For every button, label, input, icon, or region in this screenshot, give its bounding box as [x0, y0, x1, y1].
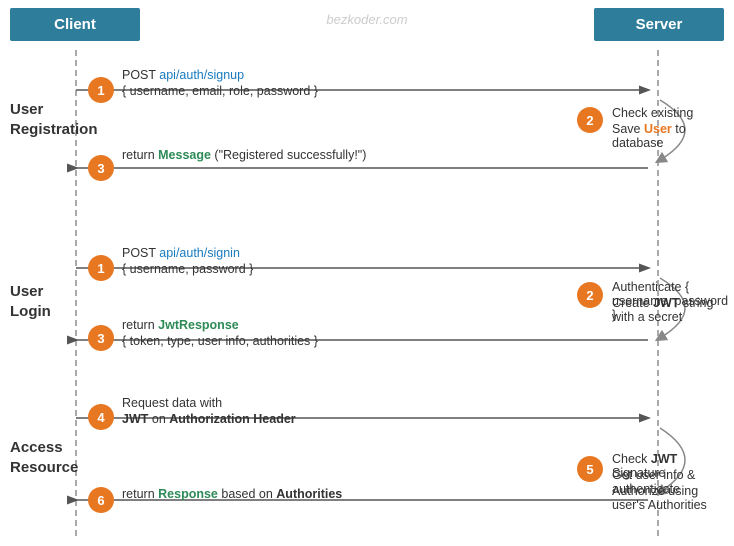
section-user-login: UserLogin [10, 282, 51, 321]
msg-3-jwtresponse-line2: { token, type, user info, authorities } [122, 334, 318, 348]
step-circle-2-check: 2 [577, 107, 603, 133]
msg-2-check-line2: Save User to database [612, 122, 734, 150]
step-circle-1-signin: 1 [88, 255, 114, 281]
msg-1-signin-line1: POST api/auth/signin [122, 246, 240, 260]
msg-3-return-line1: return Message ("Registered successfully… [122, 148, 366, 162]
client-header: Client [10, 8, 140, 41]
section-user-registration: UserRegistration [10, 100, 98, 139]
msg-4-request-line1: Request data with [122, 396, 222, 410]
step-circle-1-signup: 1 [88, 77, 114, 103]
msg-1-signup-line1: POST api/auth/signup [122, 68, 244, 82]
msg-2-authenticate-line2: Create JWT string with a secret [612, 296, 734, 324]
step-circle-4-request: 4 [88, 404, 114, 430]
msg-6-response-line1: return Response based on Authorities [122, 487, 342, 501]
msg-3-jwtresponse-line1: return JwtResponse [122, 318, 239, 332]
watermark: bezkoder.com [326, 12, 407, 27]
msg-1-signup-line2: { username, email, role, password } [122, 84, 318, 98]
step-circle-2-authenticate: 2 [577, 282, 603, 308]
msg-1-signin-line2: { username, password } [122, 262, 253, 276]
diagram-container: bezkoder.com Client Server [0, 0, 734, 546]
section-access-resource: AccessResource [10, 438, 78, 477]
step-circle-6-response: 6 [88, 487, 114, 513]
step-circle-3-return: 3 [88, 155, 114, 181]
msg-2-check-line1: Check existing [612, 106, 693, 120]
server-header: Server [594, 8, 724, 41]
msg-4-request-line2: JWT on Authorization Header [122, 412, 296, 426]
step-circle-3-jwtresponse: 3 [88, 325, 114, 351]
step-circle-5-checkjwt: 5 [577, 456, 603, 482]
msg-5-checkjwt-line3: Authorize using user's Authorities [612, 484, 734, 512]
